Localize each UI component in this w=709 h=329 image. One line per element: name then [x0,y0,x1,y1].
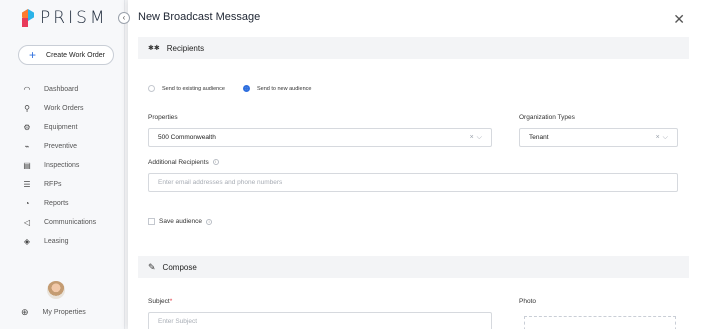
my-properties-label: My Properties [42,309,86,316]
sidebar-item-label: RFPs [44,181,62,188]
photo-dropzone[interactable] [524,316,676,329]
sidebar-item-label: Reports [44,200,69,207]
equipment-icon: ⚙ [23,123,31,132]
sidebar-item-leasing[interactable]: ◈ Leasing [20,232,96,251]
additional-recipients-input[interactable]: Enter email addresses and phone numbers [148,173,678,192]
user-avatar[interactable] [47,281,65,299]
megaphone-icon: ◁ [23,218,31,227]
additional-recipients-text: Additional Recipients [148,159,209,166]
create-work-order-button[interactable]: + Create Work Order [18,45,114,65]
reports-icon: ◔ [24,199,30,208]
required-mark: * [169,298,173,305]
app-window: PRISM + Create Work Order ◠ Dashboard ⚲ … [0,0,709,329]
sidebar: PRISM + Create Work Order ◠ Dashboard ⚲ … [0,0,125,329]
new-audience-label[interactable]: Send to new audience [257,86,311,92]
prism-logo-icon [22,9,34,27]
info-icon[interactable]: i [212,159,219,166]
sidebar-item-dashboard[interactable]: ◠ Dashboard [20,80,96,99]
properties-value: 500 Commonwealth [158,134,216,141]
recipients-header-label: Recipients [166,43,205,53]
sidebar-item-work-orders[interactable]: ⚲ Work Orders [20,99,96,118]
create-work-order-label: Create Work Order [46,51,106,59]
brand-name: PRISM [40,8,108,28]
broadcast-modal: New Broadcast Message ✕ ✱✱ Recipients Se… [128,0,709,329]
close-icon[interactable]: ✕ [673,12,685,26]
clipboard-icon: ▤ [23,161,31,170]
sidebar-item-inspections[interactable]: ▤ Inspections [20,156,96,175]
pencil-icon: ✎ [148,261,156,272]
save-audience-row: Save audience i [148,218,213,225]
photo-label: Photo [519,298,536,305]
sidebar-item-label: Work Orders [44,105,84,112]
dashboard-icon: ◠ [23,85,31,94]
sidebar-item-preventive[interactable]: ⌁ Preventive [20,137,96,156]
sidebar-item-equipment[interactable]: ⚙ Equipment [20,118,96,137]
clear-chevron-icon[interactable]: ×⌵ [656,134,671,142]
sidebar-item-label: Inspections [44,162,80,169]
sidebar-item-label: Communications [44,219,97,226]
compose-section-header: ✎ Compose [138,256,689,278]
my-properties-link[interactable]: ⊕ My Properties [21,307,86,318]
sidebar-nav: ◠ Dashboard ⚲ Work Orders ⚙ Equipment ⌁ … [20,80,96,251]
wrench-icon: ⚲ [24,104,30,113]
modal-title: New Broadcast Message [138,11,261,23]
save-audience-checkbox[interactable] [148,218,155,225]
recipients-section-header: ✱✱ Recipients [138,37,689,59]
properties-label: Properties [148,114,178,121]
org-types-label: Organization Types [519,114,575,121]
preventive-icon: ⌁ [24,142,30,151]
existing-audience-label[interactable]: Send to existing audience [162,86,225,92]
properties-select[interactable]: 500 Commonwealth ×⌵ [148,128,492,147]
new-audience-radio[interactable] [243,85,250,92]
existing-audience-radio[interactable] [148,85,155,92]
collapse-sidebar-chevron-icon[interactable]: ‹ [118,12,130,24]
audience-radio-group: Send to existing audience Send to new au… [148,85,329,92]
layers-icon: ◈ [23,237,31,246]
plus-icon: + [29,48,37,62]
subject-label: Subject* [148,298,172,305]
subject-label-text: Subject [148,298,170,305]
info-icon[interactable]: i [206,218,213,225]
people-icon: ✱✱ [148,45,160,52]
sidebar-item-rfps[interactable]: ☰ RFPs [20,175,96,194]
subject-input[interactable]: Enter Subject [148,312,492,329]
brand-logo[interactable]: PRISM [22,8,108,28]
clear-chevron-icon[interactable]: ×⌵ [470,134,485,142]
compose-header-label: Compose [162,262,197,272]
sidebar-item-label: Preventive [44,143,78,150]
save-audience-label[interactable]: Save audience [159,218,202,225]
additional-recipients-label: Additional Recipients i [148,159,219,166]
sidebar-item-communications[interactable]: ◁ Communications [20,213,96,232]
sidebar-item-reports[interactable]: ◔ Reports [20,194,96,213]
list-icon: ☰ [23,180,31,189]
sidebar-item-label: Equipment [44,124,78,131]
sidebar-item-label: Leasing [44,238,69,245]
sidebar-item-label: Dashboard [44,86,79,93]
org-types-select[interactable]: Tenant ×⌵ [519,128,678,147]
org-types-value: Tenant [529,134,549,141]
globe-icon: ⊕ [21,307,29,317]
